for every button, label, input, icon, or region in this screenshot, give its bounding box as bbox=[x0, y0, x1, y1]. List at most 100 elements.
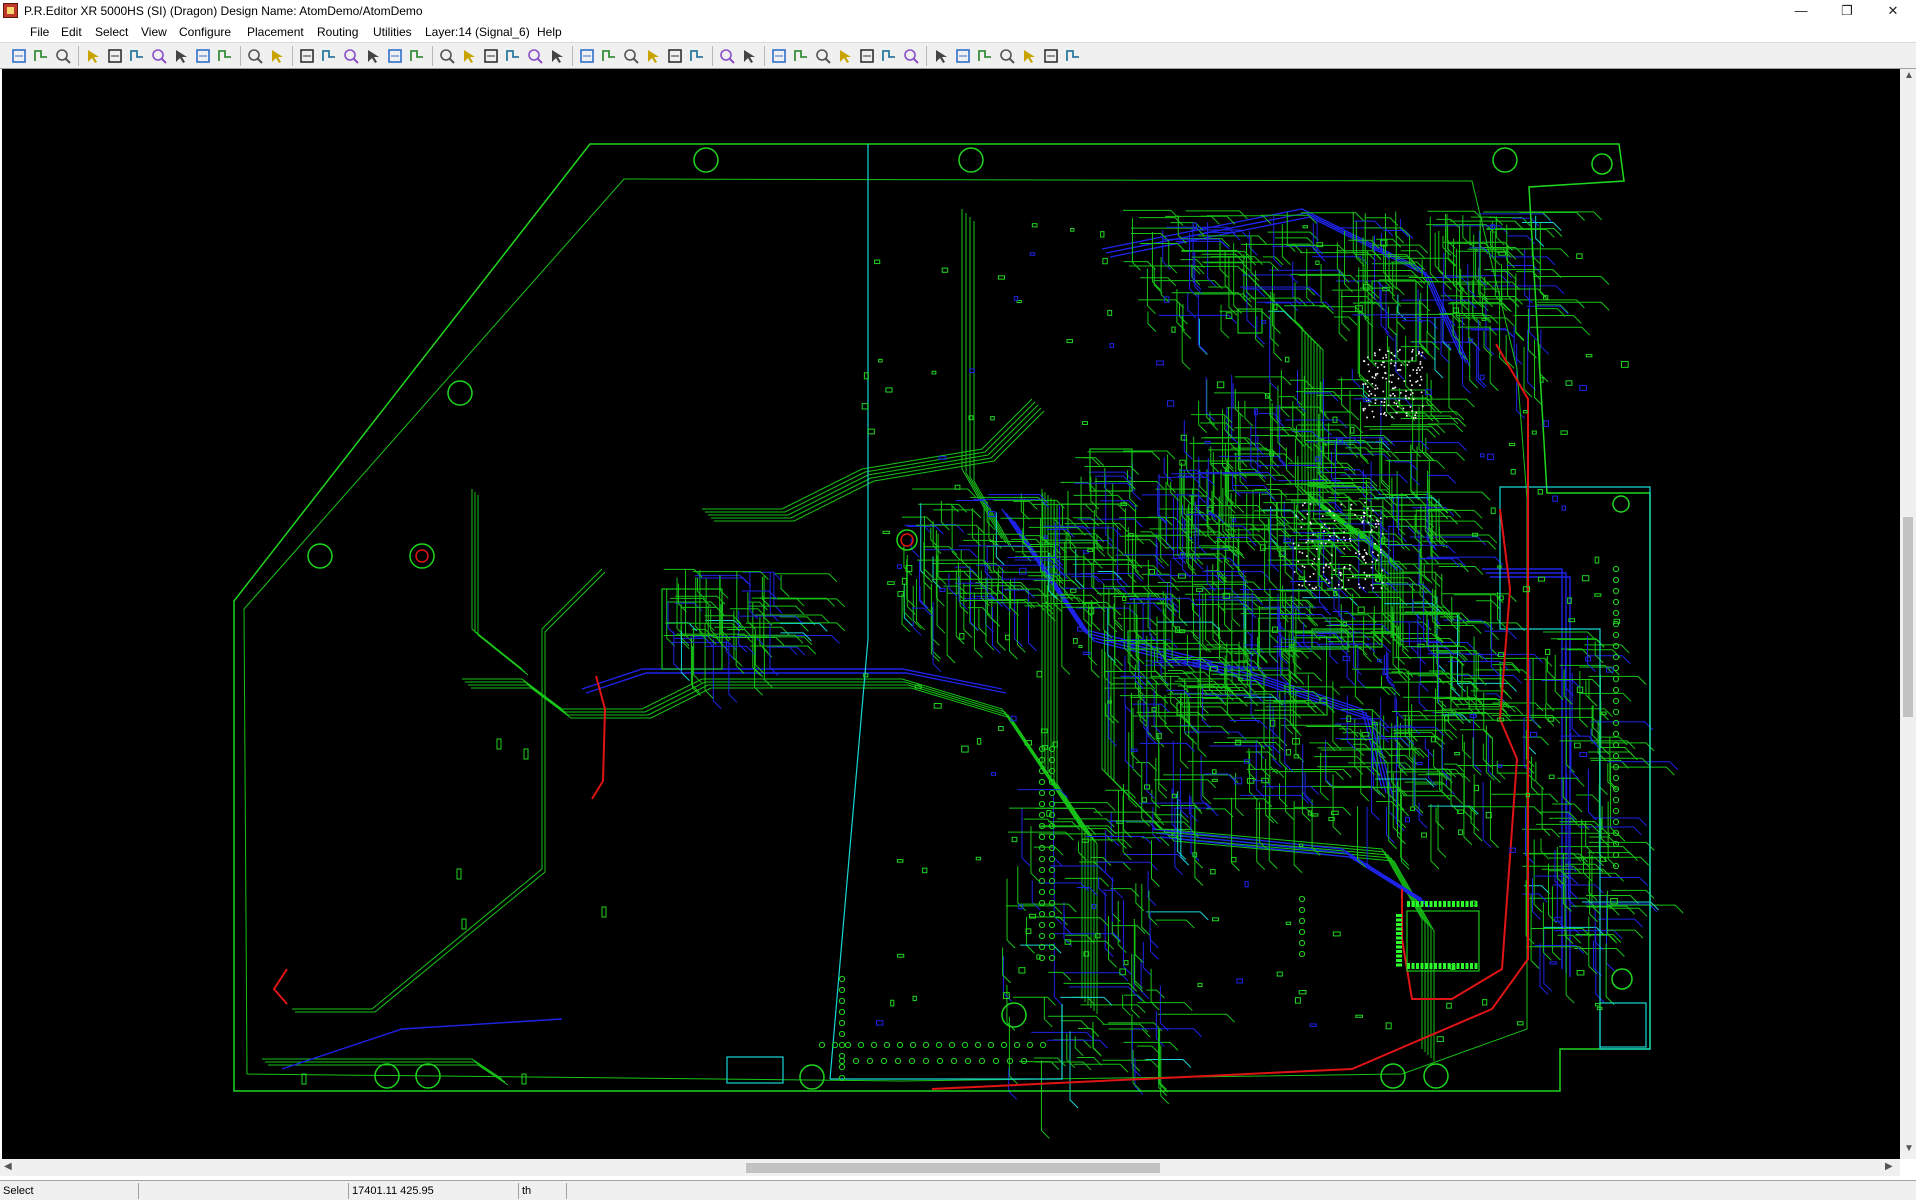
bga-pin bbox=[1398, 399, 1400, 402]
vertical-scroll-thumb[interactable] bbox=[1903, 517, 1913, 717]
menu-select[interactable]: Select bbox=[95, 25, 128, 39]
move-icon[interactable] bbox=[268, 47, 286, 65]
menu-file[interactable]: File bbox=[30, 25, 49, 39]
routed-trace bbox=[1400, 794, 1410, 866]
swap-icon[interactable] bbox=[836, 47, 854, 65]
via-pad bbox=[838, 997, 846, 1005]
routed-trace bbox=[1019, 903, 1077, 913]
diff-pair-icon[interactable] bbox=[482, 47, 500, 65]
align-icon[interactable] bbox=[858, 47, 876, 65]
scroll-left-arrow-icon[interactable]: ◀ bbox=[4, 1161, 12, 1172]
routed-trace bbox=[1490, 780, 1499, 848]
wire-icon[interactable] bbox=[408, 47, 426, 65]
highlight-icon[interactable] bbox=[1064, 47, 1082, 65]
via-icon[interactable] bbox=[814, 47, 832, 65]
restore-button[interactable]: ❐ bbox=[1824, 0, 1870, 22]
measure-icon[interactable] bbox=[1020, 47, 1038, 65]
routed-trace bbox=[1427, 210, 1483, 220]
cut-icon[interactable] bbox=[622, 47, 640, 65]
bus-icon[interactable] bbox=[460, 47, 478, 65]
menu-routing[interactable]: Routing bbox=[317, 25, 358, 39]
menu-placement[interactable]: Placement bbox=[247, 25, 304, 39]
wire-bend-icon[interactable] bbox=[438, 47, 456, 65]
fit-window-icon[interactable] bbox=[106, 47, 124, 65]
close-button[interactable]: ✕ bbox=[1870, 0, 1916, 22]
clear-drc-icon[interactable] bbox=[976, 47, 994, 65]
pcb-canvas[interactable] bbox=[2, 69, 1900, 1159]
check-icon[interactable] bbox=[932, 47, 950, 65]
grid-icon[interactable] bbox=[32, 47, 50, 65]
menu-utilities[interactable]: Utilities bbox=[373, 25, 412, 39]
via-pad bbox=[1612, 708, 1620, 716]
pcb-board[interactable] bbox=[2, 69, 1900, 1159]
routed-trace bbox=[1205, 808, 1234, 818]
routed-trace bbox=[749, 572, 759, 620]
via-pad bbox=[844, 1041, 852, 1049]
net-icon[interactable] bbox=[792, 47, 810, 65]
routed-trace bbox=[1235, 772, 1244, 817]
menu-help[interactable]: Help bbox=[537, 25, 562, 39]
routed-trace bbox=[1206, 379, 1216, 426]
route-bend-icon[interactable] bbox=[320, 47, 338, 65]
smd-component bbox=[1490, 507, 1496, 515]
route-icon[interactable] bbox=[298, 47, 316, 65]
via-pad bbox=[838, 986, 846, 994]
autoroute-icon[interactable] bbox=[902, 47, 920, 65]
delete-icon[interactable] bbox=[688, 47, 706, 65]
menu-layer[interactable]: Layer:14 (Signal_6) bbox=[425, 25, 530, 39]
scroll-right-arrow-icon[interactable]: ▶ bbox=[1885, 1161, 1893, 1172]
zoom-previous-icon[interactable] bbox=[216, 47, 234, 65]
smd-component bbox=[1043, 535, 1048, 540]
layer-stack-icon[interactable] bbox=[386, 47, 404, 65]
horizontal-scrollbar[interactable]: ◀ ▶ bbox=[0, 1159, 1900, 1176]
routed-trace bbox=[1366, 806, 1376, 872]
zoom-in-icon[interactable] bbox=[172, 47, 190, 65]
menu-edit[interactable]: Edit bbox=[61, 25, 82, 39]
bga-pin bbox=[1387, 350, 1389, 353]
copy-icon[interactable] bbox=[644, 47, 662, 65]
vertical-scrollbar[interactable]: ▲ ▼ bbox=[1900, 69, 1916, 1159]
menu-view[interactable]: View bbox=[141, 25, 167, 39]
help-icon[interactable] bbox=[998, 47, 1016, 65]
smd-component bbox=[1216, 381, 1225, 389]
properties-icon[interactable] bbox=[770, 47, 788, 65]
meander-icon[interactable] bbox=[526, 47, 544, 65]
pan-icon[interactable] bbox=[54, 47, 72, 65]
route-step-icon[interactable] bbox=[342, 47, 360, 65]
routed-trace bbox=[1080, 476, 1090, 529]
zoom-out-icon[interactable] bbox=[194, 47, 212, 65]
routed-trace bbox=[1151, 840, 1160, 888]
scroll-down-arrow-icon[interactable]: ▼ bbox=[1904, 1143, 1914, 1154]
array-icon[interactable] bbox=[880, 47, 898, 65]
undo-icon[interactable] bbox=[718, 47, 736, 65]
smd-component bbox=[1331, 810, 1339, 816]
hand-icon[interactable] bbox=[1042, 47, 1060, 65]
paste-icon[interactable] bbox=[666, 47, 684, 65]
open-layer-icon[interactable] bbox=[10, 47, 28, 65]
redraw-icon[interactable] bbox=[128, 47, 146, 65]
smile-icon[interactable] bbox=[84, 47, 102, 65]
save-icon[interactable] bbox=[578, 47, 596, 65]
smd-component bbox=[1436, 1036, 1444, 1043]
bga-pin bbox=[1368, 370, 1370, 373]
redo-icon[interactable] bbox=[740, 47, 758, 65]
bga-pin bbox=[1333, 514, 1335, 517]
route-end-icon[interactable] bbox=[364, 47, 382, 65]
line-icon[interactable] bbox=[504, 47, 522, 65]
zoom-area-icon[interactable] bbox=[150, 47, 168, 65]
drc-icon[interactable] bbox=[954, 47, 972, 65]
fanout-icon[interactable] bbox=[548, 47, 566, 65]
minimize-button[interactable]: — bbox=[1778, 0, 1824, 22]
select-pointer-icon[interactable] bbox=[246, 47, 264, 65]
print-icon[interactable] bbox=[600, 47, 618, 65]
routed-trace bbox=[1492, 285, 1565, 295]
menu-configure[interactable]: Configure bbox=[179, 25, 231, 39]
routed-trace bbox=[1491, 737, 1501, 784]
bga-pin bbox=[1298, 551, 1301, 553]
routed-trace bbox=[1250, 434, 1303, 444]
smd-pad bbox=[1411, 963, 1415, 969]
bga-pin bbox=[1372, 551, 1374, 554]
scroll-up-arrow-icon[interactable]: ▲ bbox=[1904, 70, 1914, 81]
routed-trace bbox=[769, 623, 779, 676]
horizontal-scroll-thumb[interactable] bbox=[746, 1163, 1160, 1173]
